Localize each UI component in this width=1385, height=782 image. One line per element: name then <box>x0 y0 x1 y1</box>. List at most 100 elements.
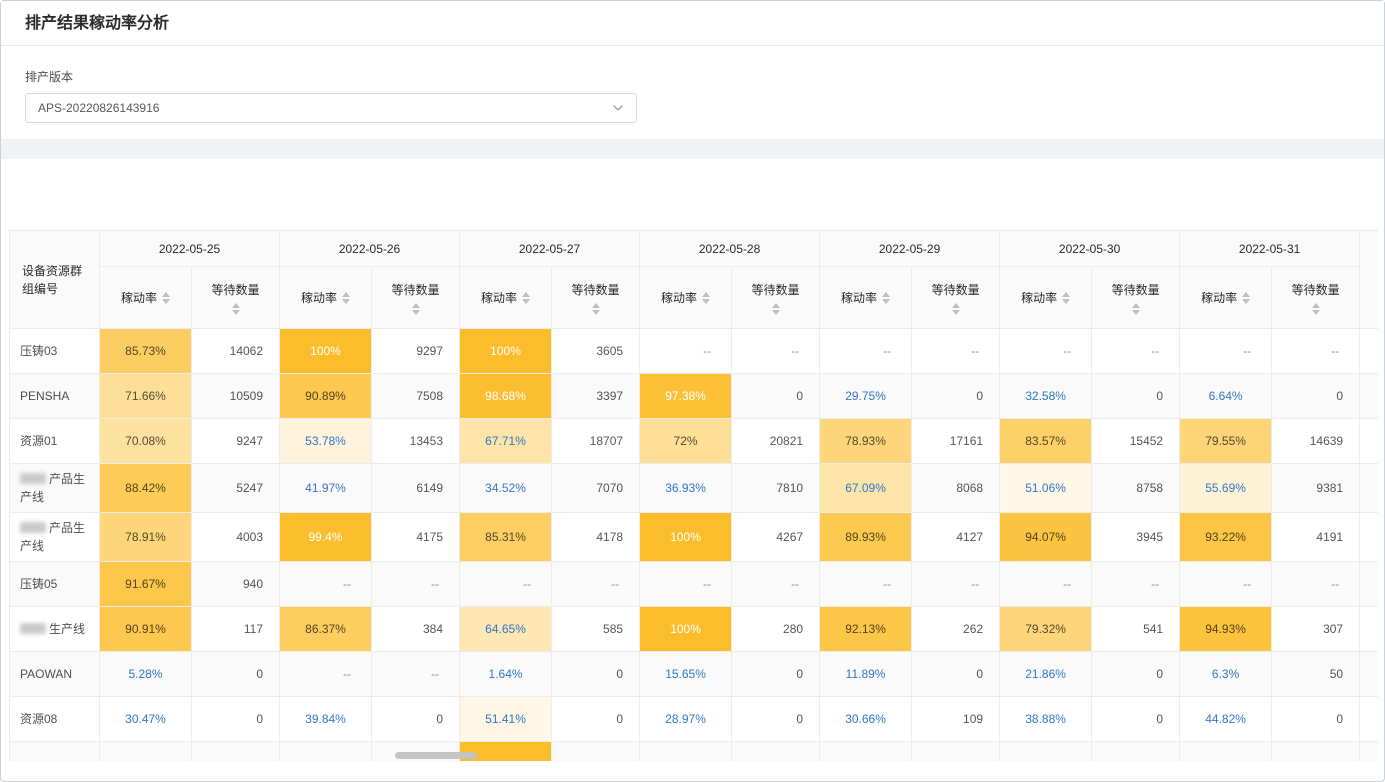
col-header-rate[interactable]: 稼动率 <box>1180 267 1272 329</box>
wait-header-label: 等待数量 <box>572 281 620 298</box>
col-header-wait[interactable]: 等待数量 <box>732 267 820 329</box>
header-card: 排产结果稼动率分析 排产版本 APS-20220826143916 <box>1 1 1384 139</box>
wait-quantity-cell: 14639 <box>1272 419 1360 464</box>
wait-quantity-cell: 0 <box>192 697 280 742</box>
utilization-cell: 36.93% <box>640 464 732 513</box>
utilization-cell: 53.78% <box>280 419 372 464</box>
wait-quantity-cell: -- <box>372 562 460 607</box>
sort-icon[interactable] <box>522 292 530 304</box>
utilization-cell: 67.09% <box>820 464 912 513</box>
wait-quantity-cell: 0 <box>732 652 820 697</box>
col-header-overflow <box>1360 231 1378 329</box>
sort-icon[interactable] <box>1312 303 1320 315</box>
wait-quantity-cell: 262 <box>912 607 1000 652</box>
utilization-cell: 88.42% <box>100 464 192 513</box>
sort-icon[interactable] <box>772 303 780 315</box>
sort-icon[interactable] <box>232 303 240 315</box>
col-header-rate[interactable]: 稼动率 <box>640 267 732 329</box>
rate-header-label: 稼动率 <box>1201 289 1237 306</box>
sort-icon[interactable] <box>702 292 710 304</box>
utilization-cell: 11.89% <box>820 652 912 697</box>
sort-icon[interactable] <box>342 292 350 304</box>
wait-quantity-cell: 0 <box>1092 697 1180 742</box>
utilization-cell: 94.93% <box>1180 607 1272 652</box>
rate-header-label: 稼动率 <box>301 289 337 306</box>
sort-icon[interactable] <box>1242 292 1250 304</box>
utilization-cell: -- <box>280 562 372 607</box>
utilization-cell: 91.67% <box>100 562 192 607</box>
col-header-rate[interactable]: 稼动率 <box>820 267 912 329</box>
version-select[interactable]: APS-20220826143916 <box>25 93 637 123</box>
overflow-cell <box>1360 329 1378 374</box>
sort-icon[interactable] <box>952 303 960 315</box>
col-header-wait[interactable]: 等待数量 <box>1272 267 1360 329</box>
wait-quantity-cell: 0 <box>552 652 640 697</box>
col-header-wait[interactable]: 等待数量 <box>552 267 640 329</box>
col-header-date: 2022-05-31 <box>1180 231 1360 267</box>
col-header-rate[interactable]: 稼动率 <box>100 267 192 329</box>
row-header-device-group: 资源01 <box>10 419 100 464</box>
sort-icon[interactable] <box>882 292 890 304</box>
utilization-cell: 92.13% <box>820 607 912 652</box>
table-row: PENSHA71.66%1050990.89%750898.68%339797.… <box>10 374 1379 419</box>
utilization-cell: 85.31% <box>460 513 552 562</box>
col-header-rate[interactable]: 稼动率 <box>1000 267 1092 329</box>
utilization-cell: -- <box>1180 562 1272 607</box>
chevron-down-icon <box>612 102 624 114</box>
wait-quantity-cell: 4267 <box>732 513 820 562</box>
wait-quantity-cell: 280 <box>732 607 820 652</box>
wait-quantity-cell: 17161 <box>912 419 1000 464</box>
wait-quantity-cell: 0 <box>1092 652 1180 697</box>
wait-header-label: 等待数量 <box>1112 281 1160 298</box>
utilization-cell: 67.71% <box>460 419 552 464</box>
col-header-wait[interactable]: 等待数量 <box>372 267 460 329</box>
col-header-date: 2022-05-26 <box>280 231 460 267</box>
utilization-cell: 94.07% <box>1000 513 1092 562</box>
wait-header-label: 等待数量 <box>752 281 800 298</box>
utilization-cell: 1.64% <box>460 652 552 697</box>
utilization-cell: 5.28% <box>100 652 192 697</box>
row-header-device-group: 资源08 <box>10 697 100 742</box>
wait-quantity-cell: 3945 <box>1092 513 1180 562</box>
table-row: 资源0830.47%039.84%051.41%028.97%030.66%10… <box>10 697 1379 742</box>
section-gap <box>1 139 1384 159</box>
horizontal-scrollbar[interactable] <box>17 752 1385 759</box>
col-header-wait[interactable]: 等待数量 <box>192 267 280 329</box>
sort-icon[interactable] <box>1062 292 1070 304</box>
table-row: 产品生产线88.42%524741.97%614934.52%707036.93… <box>10 464 1379 513</box>
sort-icon[interactable] <box>592 303 600 315</box>
sort-icon[interactable] <box>412 303 420 315</box>
utilization-cell: 71.66% <box>100 374 192 419</box>
wait-quantity-cell: 4127 <box>912 513 1000 562</box>
wait-quantity-cell: -- <box>732 562 820 607</box>
utilization-cell: -- <box>1000 329 1092 374</box>
wait-quantity-cell: 9381 <box>1272 464 1360 513</box>
wait-quantity-cell: 0 <box>192 652 280 697</box>
redacted-text <box>20 473 46 484</box>
utilization-cell: 51.06% <box>1000 464 1092 513</box>
wait-quantity-cell: -- <box>372 652 460 697</box>
utilization-cell: 44.82% <box>1180 697 1272 742</box>
utilization-cell: 79.32% <box>1000 607 1092 652</box>
utilization-cell: 39.84% <box>280 697 372 742</box>
sort-icon[interactable] <box>1132 303 1140 315</box>
utilization-cell: 90.89% <box>280 374 372 419</box>
wait-quantity-cell: -- <box>1092 329 1180 374</box>
utilization-cell: 30.66% <box>820 697 912 742</box>
col-header-wait[interactable]: 等待数量 <box>1092 267 1180 329</box>
utilization-cell: 41.97% <box>280 464 372 513</box>
wait-quantity-cell: -- <box>912 562 1000 607</box>
utilization-cell: 100% <box>640 607 732 652</box>
row-header-device-group: PAOWAN <box>10 652 100 697</box>
utilization-cell: -- <box>820 562 912 607</box>
rate-header-label: 稼动率 <box>1021 289 1057 306</box>
wait-quantity-cell: 10509 <box>192 374 280 419</box>
col-header-rate[interactable]: 稼动率 <box>460 267 552 329</box>
col-header-wait[interactable]: 等待数量 <box>912 267 1000 329</box>
utilization-cell: 98.68% <box>460 374 552 419</box>
utilization-cell: 6.3% <box>1180 652 1272 697</box>
sort-icon[interactable] <box>162 292 170 304</box>
col-header-rate[interactable]: 稼动率 <box>280 267 372 329</box>
rate-header-label: 稼动率 <box>481 289 517 306</box>
scrollbar-thumb[interactable] <box>395 752 477 759</box>
